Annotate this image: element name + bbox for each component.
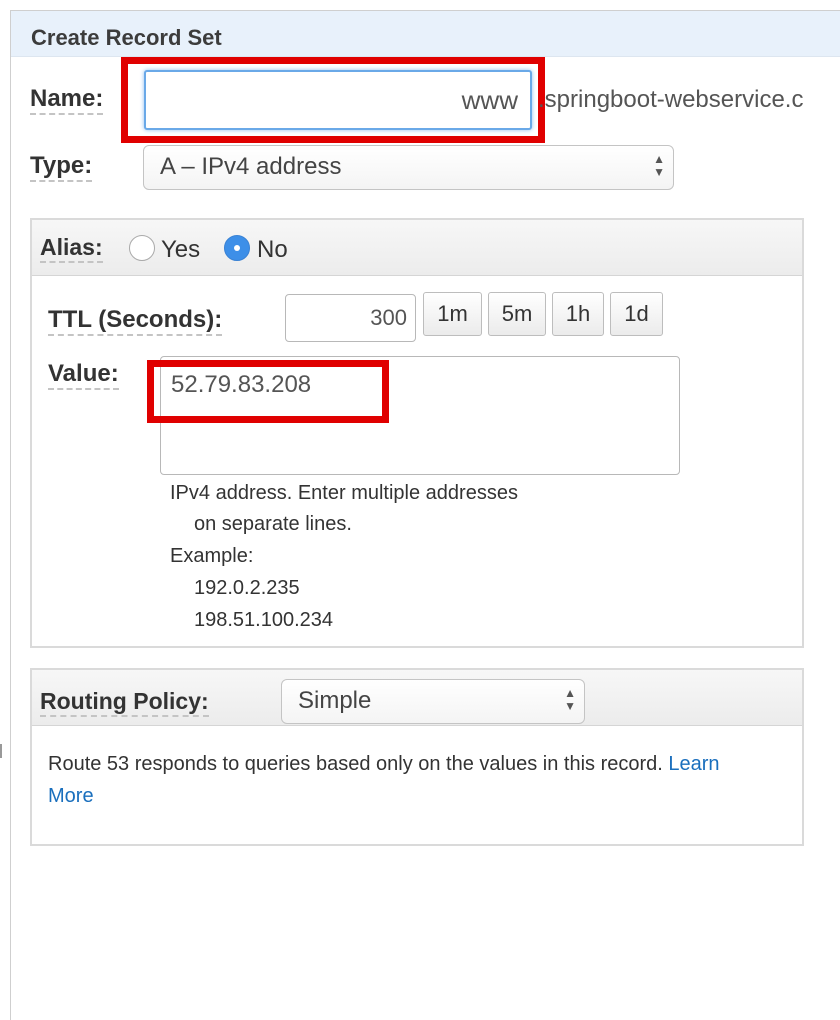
routing-description: Route 53 responds to queries based only …	[48, 753, 720, 776]
routing-policy-select[interactable]: Simple ▲ ▼	[281, 679, 585, 724]
resize-handle-mark	[0, 744, 2, 758]
select-arrows-icon: ▲ ▼	[564, 686, 576, 713]
value-label: Value:	[48, 361, 119, 390]
type-selected-value: A – IPv4 address	[160, 153, 342, 180]
ttl-preset-5m-button[interactable]: 5m	[488, 292, 546, 336]
learn-link[interactable]: Learn	[668, 753, 719, 775]
value-example-2: 198.51.100.234	[194, 609, 334, 631]
value-example-1: 192.0.2.235	[194, 577, 300, 599]
value-help-line1: IPv4 address. Enter multiple addresses	[170, 482, 518, 504]
routing-description-text: Route 53 responds to queries based only …	[48, 753, 663, 775]
alias-yes-radio[interactable]	[129, 235, 155, 261]
ttl-preset-1d-button[interactable]: 1d	[610, 292, 663, 336]
alias-no-label: No	[257, 236, 288, 263]
alias-yes-label: Yes	[161, 236, 201, 263]
name-input[interactable]	[144, 70, 532, 130]
panel-title: Create Record Set	[31, 25, 222, 50]
select-arrows-icon: ▲ ▼	[653, 152, 665, 179]
value-example-label: Example:	[170, 545, 254, 567]
more-link[interactable]: More	[48, 785, 94, 808]
alias-no-radio[interactable]	[224, 235, 250, 261]
name-label: Name:	[30, 86, 104, 115]
type-label: Type:	[30, 153, 93, 182]
panel-header: Create Record Set	[11, 11, 840, 57]
routing-policy-selected-value: Simple	[298, 687, 372, 714]
type-select[interactable]: A – IPv4 address ▲ ▼	[143, 145, 674, 190]
routing-policy-label: Routing Policy:	[40, 688, 209, 717]
value-help-line2: on separate lines.	[194, 513, 352, 535]
ttl-input[interactable]	[285, 294, 416, 342]
ttl-label: TTL (Seconds):	[48, 307, 223, 336]
ttl-preset-1h-button[interactable]: 1h	[552, 292, 604, 336]
value-textarea[interactable]: 52.79.83.208	[160, 356, 680, 475]
alias-label: Alias:	[40, 234, 103, 263]
domain-suffix: .springboot-webservice.c	[538, 86, 804, 113]
ttl-preset-1m-button[interactable]: 1m	[423, 292, 482, 336]
